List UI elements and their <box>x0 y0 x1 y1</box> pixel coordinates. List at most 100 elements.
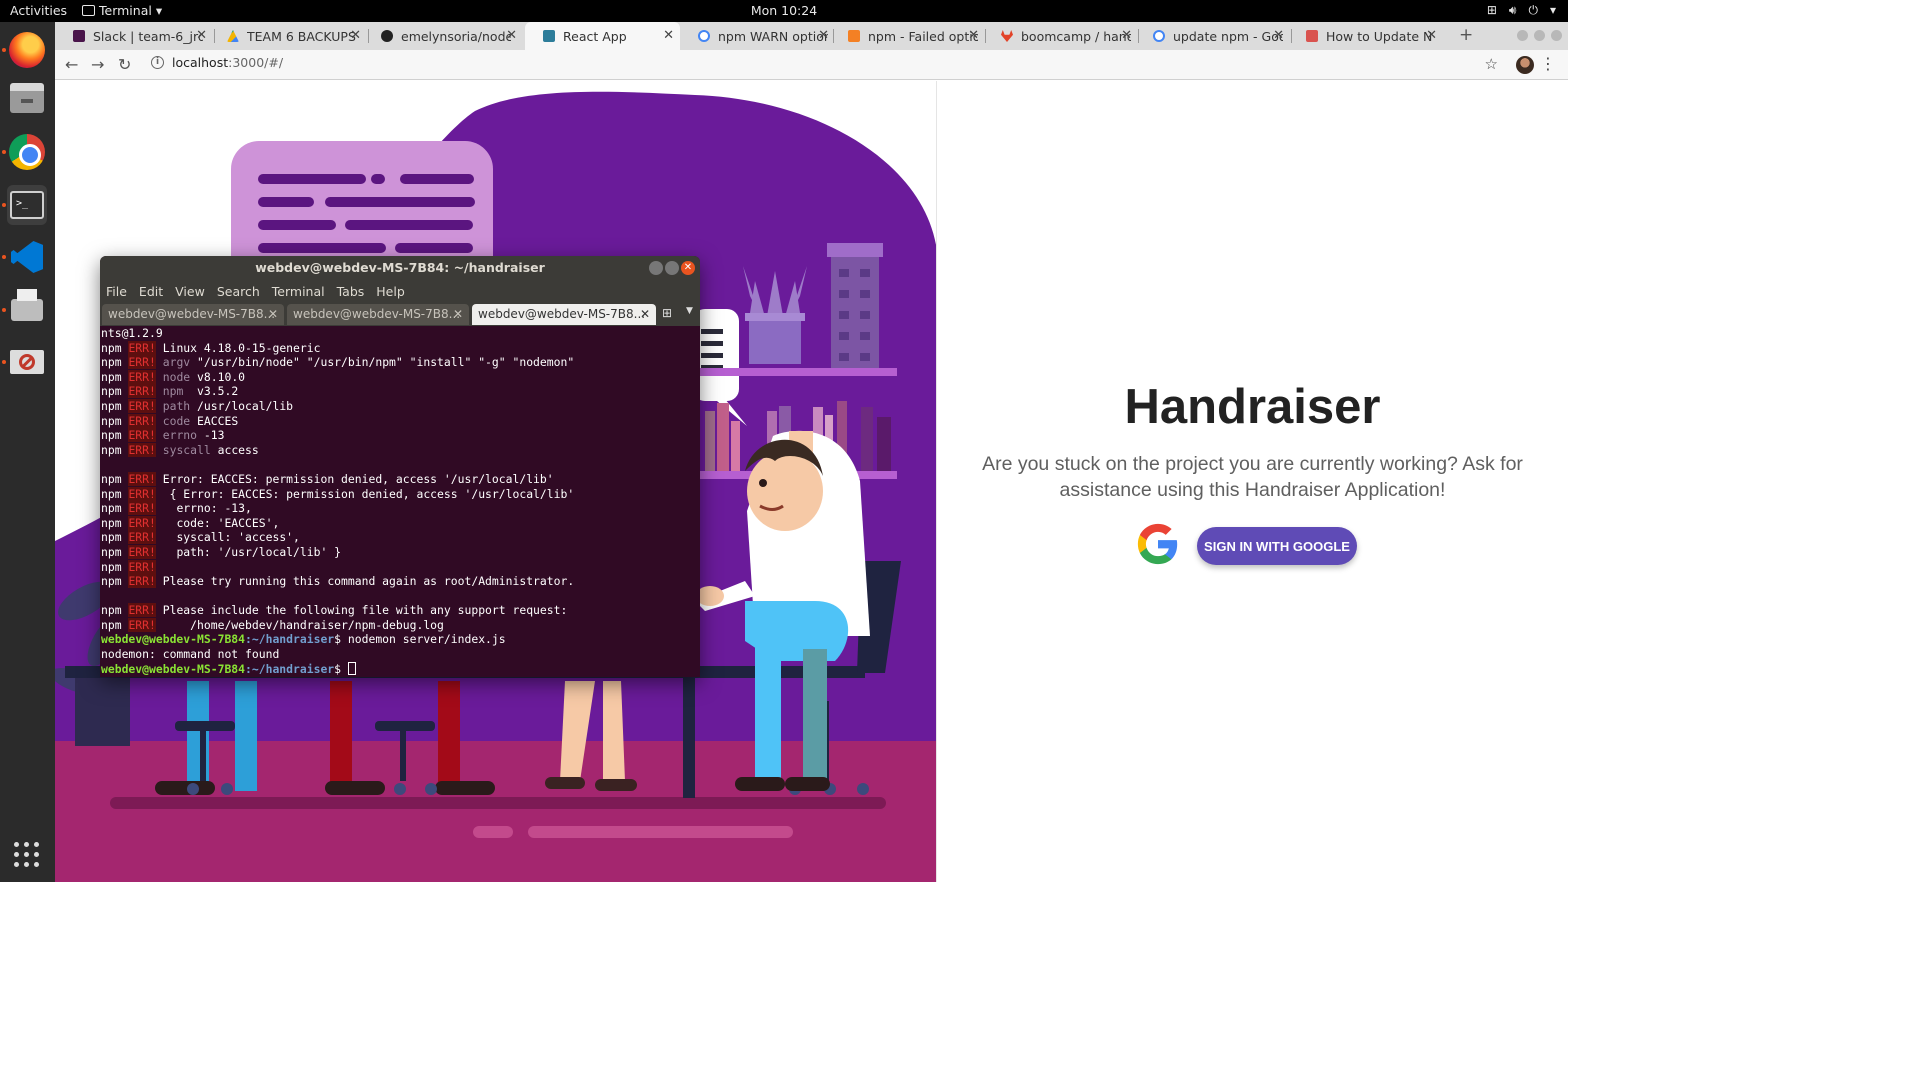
terminal-cursor[interactable] <box>347 661 356 675</box>
running-indicator <box>2 255 6 259</box>
info-icon[interactable]: i <box>151 56 164 69</box>
address-bar[interactable]: i localhost:3000/#/ <box>151 55 283 70</box>
err-tag: ERR! <box>128 544 156 559</box>
close-window-icon[interactable] <box>1551 30 1562 41</box>
blocked-app-icon[interactable] <box>7 342 47 382</box>
clock[interactable]: Mon 10:24 <box>751 3 817 18</box>
profile-avatar[interactable] <box>1516 56 1534 74</box>
browser-tab[interactable]: update npm - Goo ✕ <box>1135 22 1290 50</box>
menu-file[interactable]: File <box>106 284 127 299</box>
close-icon[interactable]: ✕ <box>663 28 674 43</box>
app-menu[interactable]: Terminal ▾ <box>82 3 162 18</box>
terminal-line: npm ERR! Please try running this command… <box>101 574 699 589</box>
line-text: Please include the following file with a… <box>155 603 568 618</box>
terminal-line: npm ERR! syscall access <box>101 442 699 458</box>
menu-view[interactable]: View <box>175 284 205 299</box>
firefox-icon[interactable] <box>7 30 47 70</box>
url-path: :3000/#/ <box>228 55 284 70</box>
vscode-icon[interactable] <box>7 237 47 277</box>
files-icon[interactable] <box>7 78 47 118</box>
dock: >_ <box>0 22 55 882</box>
menu-terminal[interactable]: Terminal <box>272 284 325 299</box>
menu-search[interactable]: Search <box>217 284 260 299</box>
bookmark-star-icon[interactable]: ☆ <box>1485 55 1498 73</box>
reload-icon[interactable]: ↻ <box>118 55 131 74</box>
browser-tab[interactable]: emelynsoria/node ✕ <box>363 22 523 50</box>
close-icon[interactable]: ✕ <box>818 28 829 43</box>
terminal-icon[interactable]: >_ <box>7 185 47 225</box>
browser-tab-active[interactable]: React App ✕ <box>525 22 680 50</box>
terminal-tab-active[interactable]: webdev@webdev-MS-7B8... ✕ <box>472 304 656 325</box>
terminal-line: npm ERR! <box>101 559 699 575</box>
terminal-titlebar[interactable]: webdev@webdev-MS-7B84: ~/handraiser ✕ <box>100 256 700 280</box>
new-tab-icon[interactable]: ⊞ <box>662 306 672 320</box>
err-tag: ERR! <box>128 515 156 530</box>
terminal-window[interactable]: webdev@webdev-MS-7B84: ~/handraiser ✕ Fi… <box>100 256 700 677</box>
npm-prefix: npm <box>101 574 122 589</box>
terminal-line: npm ERR! Linux 4.18.0-15-generic <box>101 340 699 356</box>
npm-prefix: npm <box>101 355 122 370</box>
npm-prefix: npm <box>101 442 122 457</box>
menu-tabs[interactable]: Tabs <box>337 284 365 299</box>
terminal-icon <box>82 5 95 16</box>
terminal-tab[interactable]: webdev@webdev-MS-7B8... ✕ <box>102 304 284 325</box>
volume-icon: 🔊︎ <box>1508 3 1517 17</box>
app-grid-icon[interactable] <box>14 842 40 868</box>
back-icon[interactable]: ← <box>65 55 78 74</box>
menu-kebab-icon[interactable]: ⋮ <box>1540 54 1556 73</box>
terminal-line: npm ERR! Error: EACCES: permission denie… <box>101 471 699 487</box>
browser-tab[interactable]: boomcamp / hand ✕ <box>983 22 1138 50</box>
sign-in-with-google-button[interactable]: SIGN IN WITH GOOGLE <box>1197 527 1357 565</box>
printer-icon[interactable] <box>7 289 47 330</box>
close-icon[interactable]: ✕ <box>453 304 463 325</box>
close-icon[interactable]: ✕ <box>1426 28 1437 43</box>
close-icon[interactable]: ✕ <box>506 28 517 43</box>
close-icon[interactable]: ✕ <box>681 261 695 275</box>
slack-icon <box>73 30 85 42</box>
terminal-tab-bar: webdev@webdev-MS-7B8... ✕ webdev@webdev-… <box>100 302 700 326</box>
close-icon[interactable]: ✕ <box>1121 28 1132 43</box>
terminal-output[interactable]: nts@1.2.9 npm ERR! Linux 4.18.0-15-generi… <box>101 326 699 677</box>
new-tab-button[interactable]: + <box>1459 25 1473 45</box>
minimize-icon[interactable] <box>1517 30 1528 41</box>
npm-prefix: npm <box>101 384 122 399</box>
browser-tab[interactable]: npm WARN optior ✕ <box>680 22 835 50</box>
close-icon[interactable]: ✕ <box>268 304 278 325</box>
browser-tab[interactable]: TEAM 6 BACKUPS ✕ <box>209 22 367 50</box>
err-tag: ERR! <box>128 559 156 574</box>
line-text: v8.10.0 <box>190 369 246 384</box>
app-tagline: Are you stuck on the project you are cur… <box>982 453 1523 501</box>
minimize-icon[interactable] <box>649 261 663 275</box>
menu-help[interactable]: Help <box>376 284 405 299</box>
err-tag: ERR! <box>128 369 156 384</box>
terminal-line: npm ERR! /home/webdev/handraiser/npm-deb… <box>101 617 699 633</box>
app-title: Handraiser <box>1124 380 1381 434</box>
browser-tab[interactable]: How to Update N ✕ <box>1288 22 1443 50</box>
err-tag: ERR! <box>128 486 156 501</box>
system-menu[interactable]: ⊞ 🔊︎ ⏻ ▾ <box>1487 3 1556 18</box>
forward-icon[interactable]: → <box>91 55 104 74</box>
close-icon[interactable]: ✕ <box>1273 28 1284 43</box>
npm-prefix: npm <box>101 617 122 632</box>
terminal-tab[interactable]: webdev@webdev-MS-7B8... ✕ <box>287 304 469 325</box>
chrome-icon[interactable] <box>7 132 47 172</box>
activities-button[interactable]: Activities <box>10 3 67 18</box>
command-text: nodemon server/index.js <box>347 632 506 647</box>
maximize-icon[interactable] <box>1534 30 1545 41</box>
chevron-down-icon: ▾ <box>155 3 163 18</box>
close-icon[interactable]: ✕ <box>350 28 361 43</box>
err-key: syscall <box>155 442 211 457</box>
close-icon[interactable]: ✕ <box>968 28 979 43</box>
maximize-icon[interactable] <box>665 261 679 275</box>
line-text: access <box>210 442 259 457</box>
menu-edit[interactable]: Edit <box>139 284 163 299</box>
close-icon[interactable]: ✕ <box>640 304 650 325</box>
gitlab-icon <box>1001 30 1013 42</box>
browser-tab[interactable]: npm - Failed optio ✕ <box>830 22 985 50</box>
npm-prefix: npm <box>101 369 122 384</box>
tab-label: npm - Failed optio <box>868 28 978 44</box>
browser-tab[interactable]: Slack | team-6_jrde ✕ <box>55 22 213 50</box>
err-tag: ERR! <box>128 471 156 486</box>
chevron-down-icon[interactable]: ▼ <box>686 306 693 316</box>
close-icon[interactable]: ✕ <box>196 28 207 43</box>
